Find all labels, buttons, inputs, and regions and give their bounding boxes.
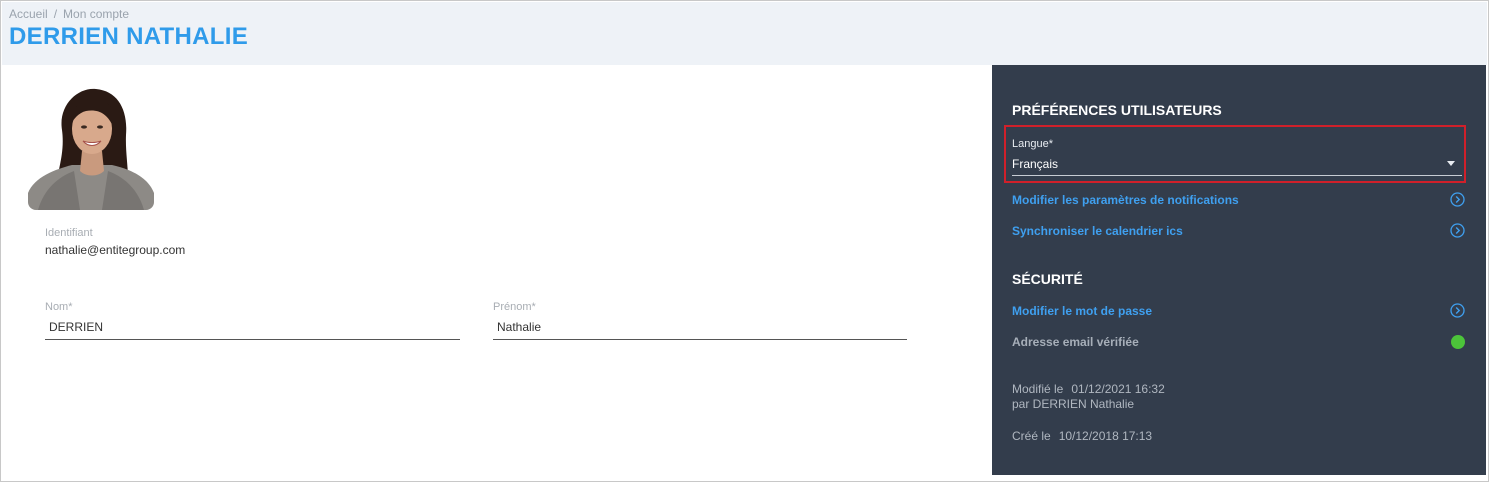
preferences-panel: PRÉFÉRENCES UTILISATEURS Langue* Françai…: [992, 65, 1486, 475]
modified-date: 01/12/2021 16:32: [1071, 382, 1165, 396]
nom-field[interactable]: DERRIEN: [49, 320, 103, 334]
caret-down-icon[interactable]: [1447, 161, 1455, 166]
chevron-right-circle-icon[interactable]: [1450, 223, 1465, 238]
modified-info: Modifié le 01/12/2021 16:32: [1012, 382, 1165, 396]
langue-label: Langue*: [1012, 138, 1053, 150]
profile-main: Identifiant nathalie@entitegroup.com Nom…: [2, 65, 992, 481]
change-password-link[interactable]: Modifier le mot de passe: [1012, 304, 1152, 318]
chevron-right-circle-icon[interactable]: [1450, 192, 1465, 207]
avatar: [28, 85, 154, 210]
preferences-title: PRÉFÉRENCES UTILISATEURS: [1012, 102, 1222, 118]
breadcrumb-separator: /: [53, 7, 58, 21]
calendar-sync-link[interactable]: Synchroniser le calendrier ics: [1012, 224, 1183, 238]
modified-by: par DERRIEN Nathalie: [1012, 397, 1135, 411]
page-title: DERRIEN NATHALIE: [9, 23, 249, 50]
breadcrumb-home[interactable]: Accueil: [9, 7, 48, 21]
nom-label: Nom*: [45, 301, 73, 313]
langue-select-underline: [1012, 175, 1462, 176]
chevron-right-circle-icon[interactable]: [1450, 303, 1465, 318]
avatar-photo: [28, 85, 154, 210]
notifications-settings-link[interactable]: Modifier les paramètres de notifications: [1012, 193, 1239, 207]
identifiant-value: nathalie@entitegroup.com: [45, 243, 186, 257]
prenom-field-underline: [493, 339, 907, 340]
email-verified-label: Adresse email vérifiée: [1012, 335, 1139, 349]
created-date: 10/12/2018 17:13: [1058, 429, 1153, 443]
breadcrumb-current: Mon compte: [63, 7, 130, 21]
modified-label: Modifié le: [1012, 382, 1064, 396]
langue-select[interactable]: Français: [1012, 157, 1058, 171]
prenom-label: Prénom*: [493, 301, 536, 313]
created-label: Créé le: [1012, 429, 1051, 443]
created-info: Créé le 10/12/2018 17:13: [1012, 429, 1152, 443]
app-frame: Accueil / Mon compte DERRIEN NATHALIE Id…: [0, 0, 1489, 482]
status-dot-icon: [1451, 335, 1465, 349]
page-header: Accueil / Mon compte DERRIEN NATHALIE: [2, 2, 1487, 65]
nom-field-underline: [45, 339, 460, 340]
security-title: SÉCURITÉ: [1012, 271, 1083, 287]
identifiant-label: Identifiant: [45, 227, 93, 239]
breadcrumb: Accueil / Mon compte: [9, 7, 129, 21]
prenom-field[interactable]: Nathalie: [497, 320, 541, 334]
